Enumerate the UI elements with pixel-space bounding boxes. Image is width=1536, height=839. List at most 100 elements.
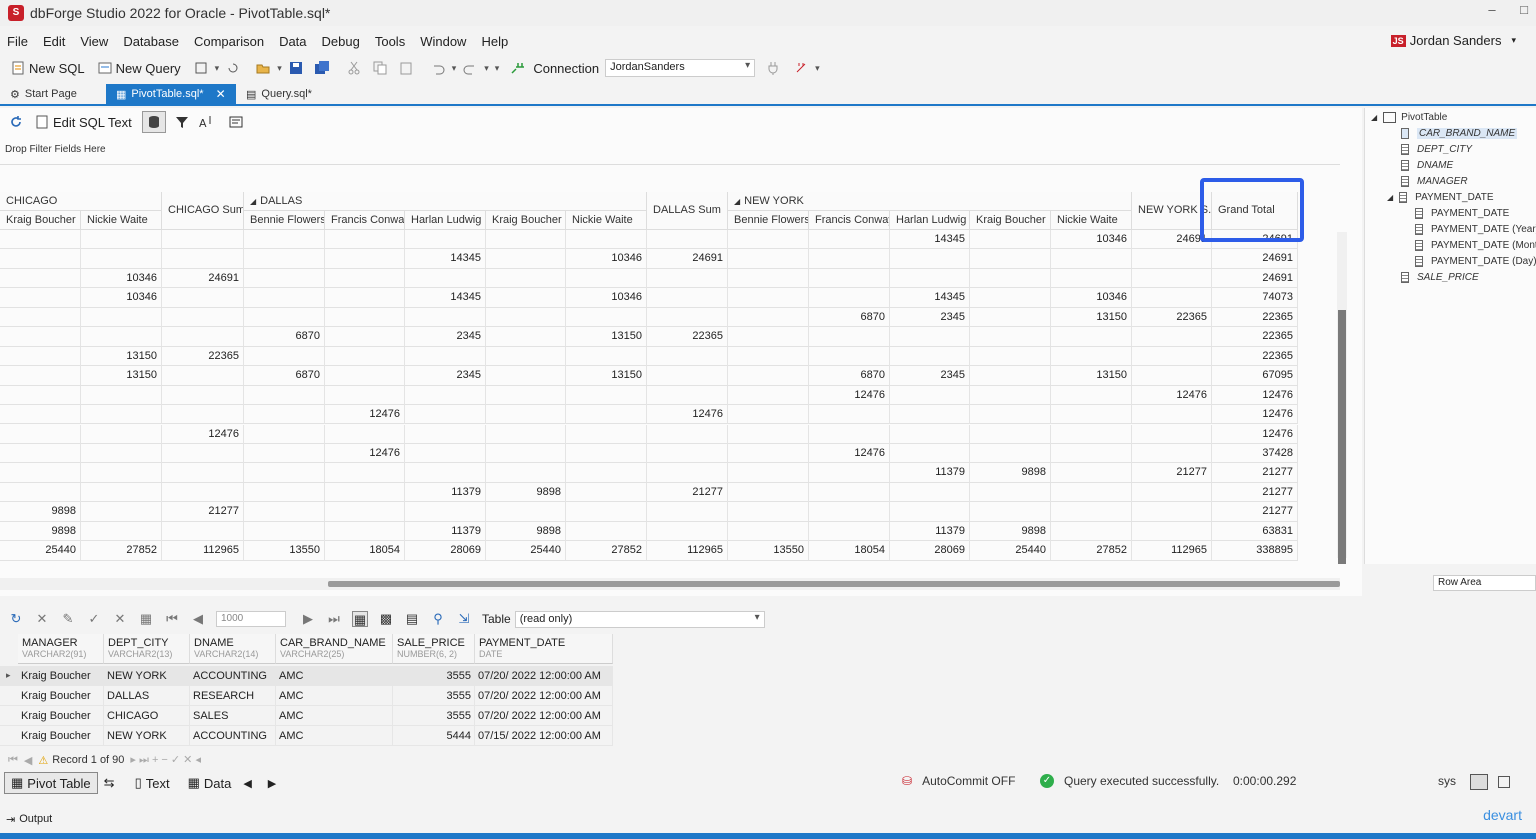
- pivot-cell[interactable]: 22365: [1212, 346, 1298, 366]
- table-cell[interactable]: AMC: [276, 706, 393, 726]
- header-dallas-francis-conway[interactable]: Francis Conway: [325, 211, 405, 230]
- pivot-cell[interactable]: [566, 463, 647, 483]
- pivot-cell[interactable]: [1051, 482, 1132, 502]
- pivot-cell[interactable]: [81, 249, 162, 269]
- pivot-cell[interactable]: [81, 230, 162, 249]
- menu-data[interactable]: Data: [279, 34, 306, 49]
- pivot-cell[interactable]: [486, 230, 566, 249]
- autocommit-status[interactable]: ⛁ AutoCommit OFF: [902, 774, 1015, 788]
- table-row[interactable]: Kraig Boucher NEW YORK ACCOUNTING AMC 5444 07…: [0, 726, 613, 746]
- pivot-cell[interactable]: 6870: [809, 307, 890, 327]
- menu-debug[interactable]: Debug: [322, 34, 360, 49]
- pivot-cell[interactable]: [566, 346, 647, 366]
- pivot-cell[interactable]: [244, 346, 325, 366]
- pivot-cell[interactable]: 25440: [0, 541, 81, 561]
- pivot-cell[interactable]: [809, 268, 890, 288]
- pivot-cell[interactable]: 22365: [1212, 327, 1298, 347]
- tab-pivottable[interactable]: ▦ PivotTable.sql* ✕: [106, 84, 236, 104]
- pivot-cell[interactable]: 11379: [890, 521, 970, 541]
- pivot-cell[interactable]: [728, 405, 809, 425]
- pivot-cell[interactable]: 27852: [566, 541, 647, 561]
- pivot-cell[interactable]: [325, 268, 405, 288]
- pivot-cell[interactable]: [244, 249, 325, 269]
- scroll-thumb[interactable]: [328, 581, 1340, 587]
- cancel-icon[interactable]: ✕: [112, 611, 128, 627]
- pivot-cell[interactable]: 18054: [325, 541, 405, 561]
- menu-window[interactable]: Window: [420, 34, 466, 49]
- table-cell[interactable]: Kraig Boucher: [18, 666, 104, 686]
- pivot-cell[interactable]: [970, 249, 1051, 269]
- table-cell[interactable]: NEW YORK: [104, 666, 190, 686]
- overflow-icon[interactable]: ▾: [495, 63, 500, 74]
- pivot-cell[interactable]: [486, 249, 566, 269]
- pivot-cell[interactable]: 21277: [1132, 463, 1212, 483]
- pivot-cell[interactable]: 9898: [0, 502, 81, 522]
- pivot-cell[interactable]: [970, 482, 1051, 502]
- pivot-cell[interactable]: 12476: [325, 405, 405, 425]
- pivot-cell[interactable]: [728, 482, 809, 502]
- pivot-cell[interactable]: [0, 230, 81, 249]
- header-chicago-kraig-boucher[interactable]: Kraig Boucher: [0, 211, 81, 230]
- new-query-button[interactable]: New Query: [97, 60, 181, 76]
- close-icon[interactable]: ✕: [34, 611, 50, 627]
- collapse-icon[interactable]: ◢: [1371, 113, 1377, 122]
- field-list-icon[interactable]: [228, 114, 244, 130]
- pivot-cell[interactable]: [566, 405, 647, 425]
- pivot-cell[interactable]: 21277: [162, 502, 244, 522]
- pivot-cell[interactable]: 13150: [566, 366, 647, 386]
- pivot-cell[interactable]: [244, 385, 325, 405]
- pivot-cell[interactable]: [1051, 249, 1132, 269]
- pivot-cell[interactable]: 14345: [890, 288, 970, 308]
- pivot-cell[interactable]: 6870: [809, 366, 890, 386]
- pivot-cell[interactable]: [405, 405, 486, 425]
- pivot-cell[interactable]: [244, 502, 325, 522]
- pivot-cell[interactable]: 6870: [244, 327, 325, 347]
- pivot-cell[interactable]: 2345: [405, 366, 486, 386]
- pivot-cell[interactable]: 12476: [1212, 405, 1298, 425]
- pivot-cell[interactable]: 10346: [1051, 288, 1132, 308]
- pivot-cell[interactable]: [1132, 502, 1212, 522]
- pivot-cell[interactable]: [728, 346, 809, 366]
- pivot-cell[interactable]: [162, 366, 244, 386]
- menu-tools[interactable]: Tools: [375, 34, 405, 49]
- prev-page-icon[interactable]: ◀: [190, 611, 206, 627]
- pivot-cell[interactable]: [1051, 521, 1132, 541]
- pivot-cell[interactable]: [0, 288, 81, 308]
- pivot-cell[interactable]: [890, 502, 970, 522]
- pivot-cell[interactable]: [325, 288, 405, 308]
- pivot-cell[interactable]: [809, 502, 890, 522]
- pivot-cell[interactable]: [809, 463, 890, 483]
- pivot-cell[interactable]: 13150: [1051, 366, 1132, 386]
- pivot-cell[interactable]: 14345: [890, 230, 970, 249]
- pivot-cell[interactable]: [81, 443, 162, 463]
- pivot-cell[interactable]: [0, 405, 81, 425]
- pivot-cell[interactable]: 24691: [647, 249, 728, 269]
- collapse-icon[interactable]: ◢: [250, 197, 256, 206]
- pivot-cell[interactable]: [890, 327, 970, 347]
- pivot-cell[interactable]: 13550: [728, 541, 809, 561]
- pivot-cell[interactable]: [405, 385, 486, 405]
- pivot-cell[interactable]: [162, 521, 244, 541]
- tab-start-page[interactable]: ⚙ Start Page: [0, 84, 106, 104]
- pivot-cell[interactable]: [244, 482, 325, 502]
- pivot-cell[interactable]: [244, 521, 325, 541]
- pivot-cell[interactable]: [1051, 502, 1132, 522]
- pivot-cell[interactable]: [162, 249, 244, 269]
- field-payment-date-year[interactable]: PAYMENT_DATE (Year): [1415, 224, 1536, 235]
- pivot-cell[interactable]: 74073: [1212, 288, 1298, 308]
- copy-icon[interactable]: [372, 60, 388, 76]
- pivot-cell[interactable]: [486, 385, 566, 405]
- pivot-cell[interactable]: 27852: [81, 541, 162, 561]
- pivot-cell[interactable]: [162, 405, 244, 425]
- pivot-cell[interactable]: [325, 327, 405, 347]
- pivot-cell[interactable]: [0, 327, 81, 347]
- pivot-cell[interactable]: [325, 307, 405, 327]
- refresh-icon[interactable]: ↻: [8, 611, 24, 627]
- field-manager[interactable]: MANAGER: [1401, 176, 1468, 187]
- header-chicago-sum[interactable]: CHICAGO Sum: [162, 192, 244, 230]
- pivot-cell[interactable]: [970, 366, 1051, 386]
- pivot-cell[interactable]: [728, 424, 809, 444]
- pivot-cell[interactable]: 28069: [405, 541, 486, 561]
- scroll-left-icon[interactable]: ◀: [243, 777, 251, 790]
- export-icon[interactable]: ⇲: [456, 611, 472, 627]
